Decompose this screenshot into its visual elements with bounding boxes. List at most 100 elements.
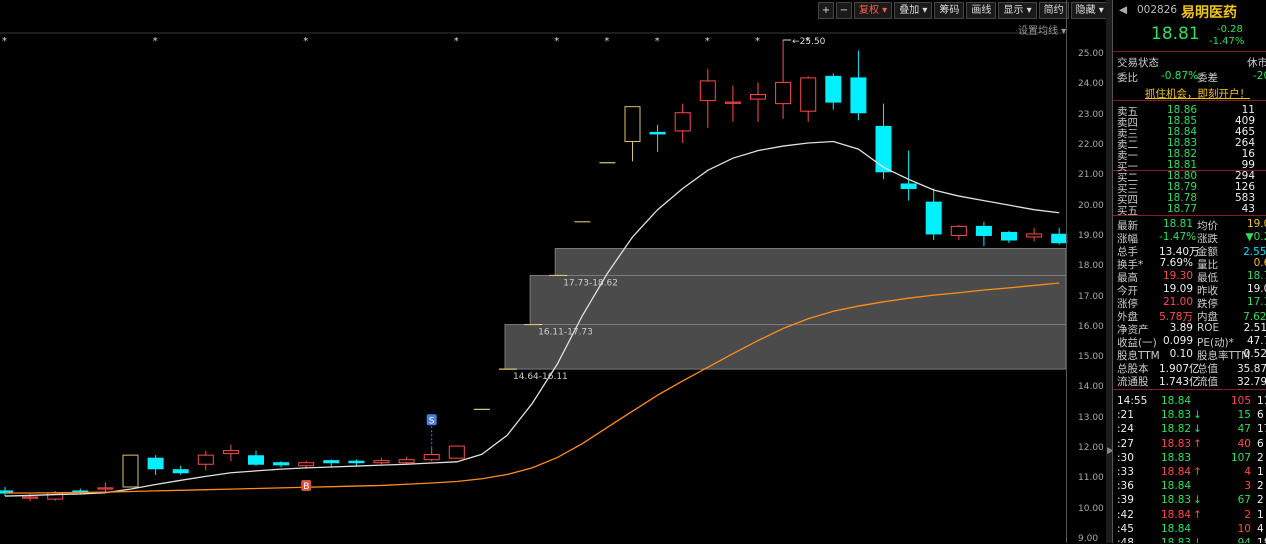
star-marker: * — [755, 36, 760, 47]
candle-body — [448, 445, 465, 459]
candle-body — [925, 201, 942, 235]
axis-tick-label: 13.00 — [1078, 412, 1104, 423]
ma-setting-button[interactable]: 设置均线 ▾ — [1018, 22, 1066, 37]
tick-row: :42 18.84 ↑ 2 1 — [1117, 508, 1264, 521]
candle-body — [348, 460, 365, 464]
candle-body — [1026, 233, 1043, 238]
candle-body — [423, 454, 440, 461]
kline-chart[interactable]: * * * * * * * * * * 14.64-16.11 16.11-17.73 17.73-18… — [0, 0, 1112, 543]
kline-svg[interactable]: * * * * * * * * * *14.64-16.1116.11-17.7317.73-18… — [0, 0, 1112, 543]
order-ratio-row: 委比 -0.87% 委差 -20 — [1113, 70, 1266, 84]
candle-body — [975, 225, 992, 236]
divider — [1113, 389, 1266, 390]
stats-row: 换手* 7.69% 量比 0.60 — [1117, 257, 1266, 271]
candle-body — [373, 460, 390, 464]
stats-row: 今开 19.09 昨收 19.09 — [1117, 283, 1266, 297]
candle-body — [248, 455, 264, 465]
axis-tick-label: 15.00 — [1078, 352, 1104, 363]
star-marker: * — [2, 36, 7, 47]
candle-body — [273, 462, 290, 466]
candle-body — [775, 81, 792, 105]
star-marker: * — [705, 36, 710, 47]
tick-row: :33 18.84 ↑ 4 1 — [1117, 466, 1264, 478]
simple-mode-button[interactable]: 简约 — [1038, 2, 1069, 19]
candle-body — [1051, 233, 1068, 244]
stats-row: 股息TTM 0.10 股息率TTM 0.52% — [1117, 348, 1266, 362]
axis-tick-label: 25.00 — [1078, 49, 1104, 60]
axis-tick-label: 23.00 — [1078, 109, 1104, 120]
zoom-in-button[interactable]: + — [818, 2, 834, 19]
trade-status-value: 休市 — [1247, 57, 1266, 69]
order-diff-value: -20 — [1253, 70, 1266, 82]
candle-body — [97, 487, 114, 490]
candle-body — [22, 496, 39, 499]
stats-row: 最新 18.81 均价 19.01 — [1117, 218, 1266, 232]
divider — [1113, 100, 1266, 101]
star-marker: * — [604, 36, 609, 47]
candle-body — [298, 462, 315, 467]
candle-body — [850, 77, 867, 114]
axis-tick-label: 18.00 — [1078, 261, 1104, 272]
stats-row: 涨停 21.00 跌停 17.18 — [1117, 296, 1266, 310]
divider — [1113, 51, 1266, 52]
chips-button[interactable]: 筹码 — [934, 2, 965, 19]
stats-row: 外盘 5.78万 内盘 7.62万 — [1117, 311, 1266, 323]
axis-tick-label: 10.00 — [1078, 503, 1104, 514]
star-marker: * — [655, 36, 660, 47]
draw-line-button[interactable]: 画线 — [966, 2, 997, 19]
axis-tick-label: 17.00 — [1078, 291, 1104, 302]
stats-row: 净资产 3.89 ROE 2.51% — [1117, 322, 1266, 336]
axis-tick-label: 21.00 — [1078, 170, 1104, 181]
candle-body — [197, 454, 214, 465]
stock-name: 易明医药 — [1181, 5, 1237, 21]
axis-tick-label: 24.00 — [1078, 79, 1104, 90]
tick-row: :36 18.84 3 2 — [1117, 480, 1264, 493]
candle-body — [323, 460, 340, 464]
zoom-out-button[interactable]: − — [836, 2, 852, 19]
display-button[interactable]: 显示 ▾ — [998, 2, 1037, 19]
current-price: 18.81 — [1151, 24, 1200, 44]
star-marker: * — [153, 36, 158, 47]
prev-stock-icon[interactable]: ◀ — [1119, 4, 1127, 16]
candle-body — [950, 225, 967, 236]
candle-body — [750, 94, 766, 100]
candle-body — [825, 75, 842, 103]
axis-tick-label: 12.00 — [1078, 443, 1104, 454]
stats-row: 流通股 1.743亿 流值 32.79亿 — [1117, 376, 1266, 388]
chip-zone — [554, 247, 1067, 276]
candle-body — [222, 450, 239, 455]
overlay-button[interactable]: 叠加 ▾ — [894, 2, 933, 19]
star-marker: * — [554, 36, 559, 47]
candle-body — [649, 131, 666, 135]
axis-tick-label: 16.00 — [1078, 321, 1104, 332]
chip-zone-label: 16.11-17.73 — [538, 328, 593, 338]
price-change: -0.28 — [1217, 24, 1243, 35]
chip-zone-label: 14.64-16.11 — [513, 372, 568, 382]
quote-panel: ◀ 002826 易明医药 18.81 -0.28 -1.47% 交易状态 休市… — [1112, 0, 1266, 543]
candle-body — [674, 112, 691, 132]
stats-row: 总手 13.40万 金额 2.55亿 — [1117, 246, 1266, 258]
candle-body — [724, 101, 741, 104]
candle-body — [122, 454, 139, 488]
tick-row: :27 18.83 ↑ 40 6 — [1117, 437, 1264, 450]
tick-row: :48 18.83 ↓ 94 18 — [1117, 537, 1266, 543]
promo-banner[interactable]: 抓住机会，即刻开户！ — [1113, 86, 1266, 100]
adjust-rights-button[interactable]: 复权 ▾ — [854, 2, 893, 19]
candle-body — [800, 77, 817, 112]
price-summary: 18.81 -0.28 -1.47% — [1113, 24, 1266, 47]
tick-row: :39 18.83 ↓ 67 2 — [1117, 494, 1264, 507]
star-marker: * — [303, 36, 308, 47]
signal-marker-label: S — [429, 416, 435, 426]
candle-body — [147, 457, 164, 470]
tick-row: 14:55 18.84 105 11 — [1117, 395, 1266, 407]
candle-body — [900, 183, 917, 189]
tick-row: :45 18.84 10 4 — [1117, 522, 1264, 535]
candle-body — [172, 469, 189, 474]
price-change-pct: -1.47% — [1209, 36, 1245, 47]
candle-body — [398, 459, 415, 464]
tick-row: :30 18.83 107 2 — [1117, 451, 1264, 464]
trade-status-row: 交易状态 休市 — [1117, 57, 1266, 69]
stats-row: 总股本 1.907亿 总值 35.87亿 — [1117, 363, 1266, 375]
order-ratio-value: -0.87% — [1161, 70, 1199, 82]
signal-marker-label: B — [303, 482, 309, 492]
